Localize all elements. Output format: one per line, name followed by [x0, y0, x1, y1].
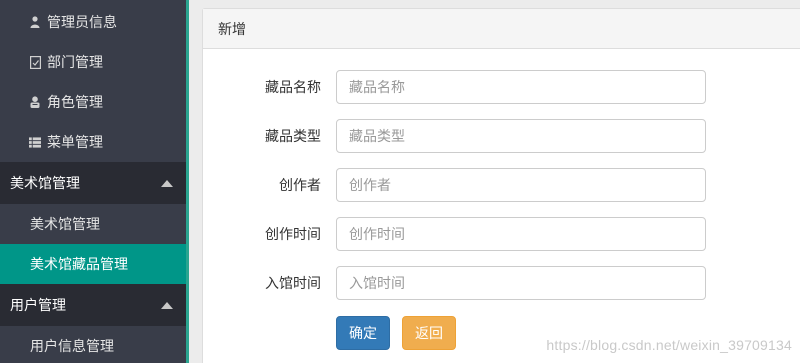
creation-time-input[interactable]: [336, 217, 706, 251]
sidebar-item-label: 美术馆藏品管理: [30, 256, 128, 272]
caret-up-icon: [161, 179, 173, 187]
sidebar-item-menu[interactable]: 菜单管理: [0, 122, 186, 162]
field-label: 创作者: [279, 177, 321, 193]
sidebar: 管理员信息 部门管理 角色管理 菜单管理 美术馆管理 美术馆管理 美术馆藏品管理…: [0, 0, 189, 363]
field-label: 入馆时间: [265, 275, 321, 291]
sidebar-group-label: 用户管理: [10, 297, 66, 313]
field-label: 藏品类型: [265, 128, 321, 144]
sidebar-item-collection-manage[interactable]: 美术馆藏品管理: [0, 244, 186, 284]
form-row-type: 藏品类型: [203, 119, 800, 153]
panel-title: 新增: [218, 20, 246, 37]
sidebar-group-label: 美术馆管理: [10, 175, 80, 191]
sidebar-item-label: 美术馆管理: [30, 216, 100, 232]
sidebar-item-department[interactable]: 部门管理: [0, 42, 186, 82]
sidebar-item-label: 角色管理: [47, 94, 103, 110]
confirm-button[interactable]: 确定: [336, 316, 390, 350]
entry-time-input[interactable]: [336, 266, 706, 300]
sidebar-group-user[interactable]: 用户管理: [0, 284, 186, 326]
form-row-creator: 创作者: [203, 168, 800, 202]
collection-type-input[interactable]: [336, 119, 706, 153]
form-row-created-time: 创作时间: [203, 217, 800, 251]
add-panel: 新增 藏品名称 藏品类型 创作者 创作时间 入馆时间 确定 返回: [202, 8, 800, 363]
caret-up-icon: [161, 301, 173, 309]
role-icon: [29, 96, 41, 108]
watermark-text: https://blog.csdn.net/weixin_39709134: [546, 337, 792, 353]
list-icon: [29, 136, 41, 148]
sidebar-item-admin-info[interactable]: 管理员信息: [0, 2, 186, 42]
sidebar-group-museum[interactable]: 美术馆管理: [0, 162, 186, 204]
panel-heading: 新增: [203, 9, 800, 49]
form-row-entry-time: 入馆时间: [203, 266, 800, 300]
sidebar-item-label: 管理员信息: [47, 14, 117, 30]
field-label: 藏品名称: [265, 79, 321, 95]
sidebar-item-museum-manage[interactable]: 美术馆管理: [0, 204, 186, 244]
document-icon: [29, 55, 41, 69]
sidebar-item-label: 用户信息管理: [30, 338, 114, 354]
back-button[interactable]: 返回: [402, 316, 456, 350]
user-icon: [29, 16, 41, 28]
field-label: 创作时间: [265, 226, 321, 242]
sidebar-item-label: 菜单管理: [47, 134, 103, 150]
form-row-name: 藏品名称: [203, 70, 800, 104]
sidebar-item-role[interactable]: 角色管理: [0, 82, 186, 122]
collection-name-input[interactable]: [336, 70, 706, 104]
sidebar-item-user-info[interactable]: 用户信息管理: [0, 326, 186, 363]
creator-input[interactable]: [336, 168, 706, 202]
sidebar-item-label: 部门管理: [47, 54, 103, 70]
